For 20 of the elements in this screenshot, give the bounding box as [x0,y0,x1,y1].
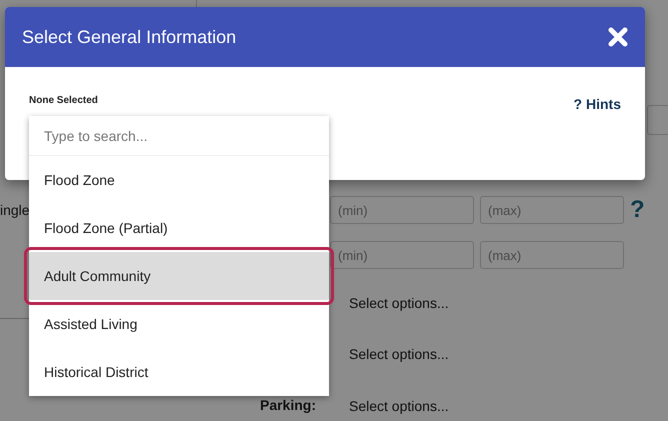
dropdown-option[interactable]: Adult Community [29,252,329,300]
input-field[interactable]: (min) [330,241,474,269]
help-icon[interactable]: ? [630,198,645,222]
dropdown-option[interactable]: Flood Zone [29,156,329,204]
dropdown-option[interactable]: Historical District [29,348,329,396]
input-field[interactable]: (max) [480,196,624,224]
input-field[interactable]: (min) [330,196,474,224]
select-dropdown[interactable]: Select options... [349,293,449,313]
field-label: ingle [0,202,30,218]
modal-title: Select General Information [22,26,236,48]
select-dropdown[interactable]: Select options... [349,344,449,364]
dropdown-option[interactable]: Assisted Living [29,300,329,348]
selection-status: None Selected [29,94,98,108]
close-icon[interactable] [608,27,628,47]
input-field[interactable]: (max) [480,241,624,269]
search-field[interactable]: Type to search... [29,116,329,156]
parking-label: Parking: [260,397,316,413]
dropdown-option[interactable]: Flood Zone (Partial) [29,204,329,252]
hints-link[interactable]: ? Hints [574,94,621,115]
select-dropdown[interactable]: Select options... [349,396,449,416]
